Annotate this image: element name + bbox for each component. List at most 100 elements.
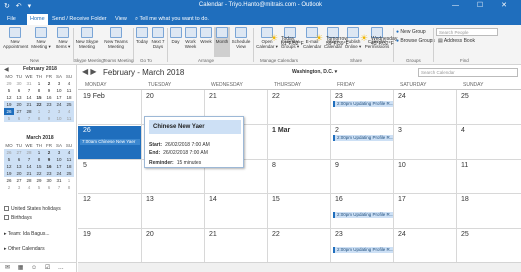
day-cell-number[interactable]: 2 (335, 127, 339, 134)
browse-groups-button[interactable]: ● Browse Groups (396, 38, 435, 44)
work-week-view-button[interactable]: Work Week (183, 27, 198, 49)
mini-calendar-day[interactable]: 9 (44, 87, 54, 94)
mini-calendar-day[interactable]: 18 (64, 94, 74, 101)
mini-calendar-day[interactable]: 6 (44, 184, 54, 191)
mini-calendar-day[interactable]: 5 (34, 184, 44, 191)
mini-calendar-day[interactable]: 4 (64, 80, 74, 87)
day-cell-number[interactable]: 14 (209, 196, 217, 203)
mini-calendar-day[interactable]: 23 (44, 101, 54, 108)
new-appointment-button[interactable]: New Appointment (3, 27, 28, 49)
day-cell-number[interactable]: 23 (335, 93, 343, 100)
mini-calendar-day[interactable]: 19 (4, 101, 14, 108)
day-cell-number[interactable]: 21 (209, 231, 217, 238)
mini-calendar-day[interactable]: 23 (44, 170, 54, 177)
mini-calendar-day[interactable]: 31 (54, 177, 64, 184)
mini-calendar-day[interactable]: 4 (64, 149, 74, 156)
day-cell-number[interactable]: 4 (461, 127, 465, 134)
mini-calendar-day[interactable]: 18 (64, 163, 74, 170)
day-cell-number[interactable]: 23 (335, 231, 343, 238)
tab-home[interactable]: Home (27, 14, 48, 25)
day-cell-number[interactable]: 11 (461, 162, 468, 169)
day-cell-number[interactable]: 18 (461, 196, 469, 203)
mini-calendar-day[interactable]: 6 (14, 87, 24, 94)
mini-calendar-day[interactable]: 5 (4, 115, 14, 122)
mini-calendar-day[interactable]: 26 (4, 149, 14, 156)
mini-calendar-day[interactable]: 8 (34, 115, 44, 122)
mini-calendar-day[interactable]: 26 (4, 177, 14, 184)
mini-calendar-day[interactable]: 5 (4, 156, 14, 163)
new-teams-meeting-button[interactable]: New Teams Meeting (102, 27, 130, 49)
day-cell-number[interactable]: 25 (461, 93, 469, 100)
mini-calendar-day[interactable]: 27 (14, 108, 24, 115)
mini-calendar-day[interactable]: 30 (44, 177, 54, 184)
mini-calendar-day[interactable]: 10 (54, 156, 64, 163)
mini-calendar-day[interactable]: 13 (14, 163, 24, 170)
calendar-group-other[interactable]: ▸ Other Calendars (4, 246, 45, 252)
tab-folder[interactable]: Folder (88, 14, 110, 25)
mini-calendar-day[interactable]: 22 (34, 170, 44, 177)
day-cell-number[interactable]: 19 (83, 231, 91, 238)
mini-calendar-day[interactable]: 30 (14, 80, 24, 87)
mini-calendar-day[interactable]: 15 (34, 94, 44, 101)
day-cell-number[interactable]: 15 (272, 196, 280, 203)
mini-calendar-day[interactable]: 31 (24, 80, 34, 87)
search-calendar-input[interactable]: Search Calendar (418, 68, 518, 77)
search-people-input[interactable]: Search People (436, 28, 498, 36)
mini-calendar-day[interactable]: 17 (54, 163, 64, 170)
mini-calendar-day[interactable]: 29 (34, 177, 44, 184)
mini-calendar-day[interactable]: 25 (64, 170, 74, 177)
mini-calendar-day[interactable]: 14 (24, 94, 34, 101)
mini-calendar-day[interactable]: 11 (64, 87, 74, 94)
mini-calendar-day[interactable]: 15 (34, 163, 44, 170)
day-cell-number[interactable]: 5 (83, 162, 87, 169)
new-items-button[interactable]: New Items ▾ (54, 27, 72, 49)
mini-calendar-day[interactable]: 4 (24, 184, 34, 191)
day-cell-number[interactable]: 8 (272, 162, 276, 169)
day-cell-number[interactable]: 26 (83, 127, 91, 134)
day-cell-number[interactable]: 13 (146, 196, 154, 203)
navigate-arrows[interactable]: ◀ ▶ (82, 67, 97, 76)
mini-calendar-day[interactable]: 8 (34, 87, 44, 94)
mini-calendar-day[interactable]: 1 (34, 108, 44, 115)
mini-calendar-day[interactable]: 21 (24, 101, 34, 108)
tab-file[interactable]: File (4, 14, 19, 25)
mini-calendar-day[interactable]: 3 (54, 149, 64, 156)
mini-calendar-day[interactable]: 20 (14, 170, 24, 177)
mini-calendar-day[interactable]: 1 (34, 80, 44, 87)
day-cell-number[interactable]: 16 (335, 196, 343, 203)
day-cell-number[interactable]: 20 (146, 93, 154, 100)
mini-calendar-day[interactable]: 7 (24, 115, 34, 122)
mini-calendar-day[interactable]: 9 (44, 156, 54, 163)
day-cell-number[interactable]: 1 Mar (272, 127, 290, 134)
mini-calendar-day[interactable]: 2 (44, 149, 54, 156)
event-peek-popup[interactable]: Chinese New Yaer Start: 26/02/2018 7:00 A… (144, 116, 244, 168)
day-cell-number[interactable]: 22 (272, 93, 280, 100)
day-cell-number[interactable]: 20 (146, 231, 154, 238)
tab-view[interactable]: View (112, 14, 130, 25)
mini-calendar-day[interactable]: 28 (24, 177, 34, 184)
mini-calendar-day[interactable]: 1 (64, 177, 74, 184)
new-meeting-button[interactable]: New Meeting ▾ (30, 27, 52, 49)
mini-calendar-day[interactable]: 6 (14, 156, 24, 163)
mini-calendar-day[interactable]: 28 (24, 108, 34, 115)
address-book-button[interactable]: ▤ Address Book (438, 38, 475, 44)
day-cell-number[interactable]: 12 (83, 196, 91, 203)
mini-calendar-day[interactable]: 27 (14, 149, 24, 156)
mini-calendar-day[interactable]: 4 (64, 108, 74, 115)
mini-calendar-day[interactable]: 24 (54, 101, 64, 108)
next-7-days-button[interactable]: Next 7 Days (150, 27, 166, 49)
event-updating-profile[interactable]: 2:00pm Updating Profile R... (333, 247, 393, 253)
mini-calendar-day[interactable]: 29 (4, 80, 14, 87)
mini-calendar-day[interactable]: 6 (14, 115, 24, 122)
day-cell-number[interactable]: 10 (398, 162, 406, 169)
mini-calendar-day[interactable]: 14 (24, 163, 34, 170)
mini-calendar-day[interactable]: 16 (44, 94, 54, 101)
mini-calendar-day[interactable]: 3 (54, 80, 64, 87)
day-cell-number[interactable]: 21 (209, 93, 217, 100)
day-cell-number[interactable]: 9 (335, 162, 339, 169)
mini-calendar-day[interactable]: 17 (54, 94, 64, 101)
mini-calendar-day[interactable]: 2 (44, 80, 54, 87)
week-view-button[interactable]: Week (199, 27, 213, 44)
mini-calendar-day[interactable]: 1 (34, 149, 44, 156)
mini-calendar-day[interactable]: 9 (44, 115, 54, 122)
